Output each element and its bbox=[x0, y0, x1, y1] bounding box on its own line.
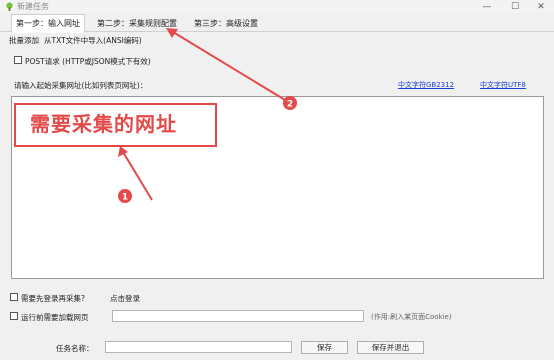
minimize-button[interactable]: — bbox=[474, 0, 500, 13]
app-icon bbox=[6, 2, 13, 11]
task-name-label: 任务名称： bbox=[56, 344, 94, 353]
save-button[interactable]: 保存 bbox=[301, 341, 348, 354]
title-bar: 新建任务 — ☐ ✕ bbox=[0, 0, 554, 13]
tab-bar: 第一步：输入网址 第二步：采集规则配置 第三步：高级设置 bbox=[0, 13, 554, 33]
preload-hint: (作用:刷入某页面Cookie) bbox=[371, 313, 452, 321]
window-title: 新建任务 bbox=[17, 2, 49, 11]
callout-arrow-2 bbox=[166, 28, 291, 104]
save-exit-button[interactable]: 保存并退出 bbox=[357, 341, 424, 354]
login-label: 需要先登录再采集? bbox=[21, 294, 85, 303]
login-checkbox[interactable] bbox=[10, 293, 18, 301]
preload-checkbox[interactable] bbox=[10, 312, 18, 320]
tab-step3[interactable]: 第三步：高级设置 bbox=[190, 16, 262, 32]
import-txt-link[interactable]: 从TXT文件中导入(ANSI编码) bbox=[44, 35, 142, 46]
preload-url-input[interactable] bbox=[112, 310, 364, 322]
gb2312-link[interactable]: 中文字符GB2312 bbox=[398, 80, 454, 90]
login-link[interactable]: 点击登录 bbox=[110, 293, 140, 304]
url-prompt: 请输入起始采集网址(比如列表页网址)： bbox=[14, 81, 148, 90]
tab-step1[interactable]: 第一步：输入网址 bbox=[11, 14, 85, 33]
utf8-link[interactable]: 中文字符UTF8 bbox=[480, 80, 526, 90]
task-name-input[interactable] bbox=[105, 341, 292, 353]
post-request-label: POST请求 (HTTP或JSON模式下有效) bbox=[25, 57, 151, 66]
post-request-checkbox[interactable] bbox=[14, 56, 22, 64]
tab-step2[interactable]: 第二步：采集规则配置 bbox=[93, 16, 181, 32]
preload-label: 运行前需要加载网页 bbox=[21, 313, 89, 322]
maximize-button[interactable]: ☐ bbox=[502, 0, 528, 13]
annotation-text: 需要采集的网址 bbox=[30, 112, 177, 136]
close-button[interactable]: ✕ bbox=[528, 0, 554, 13]
batch-add-link[interactable]: 批量添加 bbox=[9, 35, 39, 46]
